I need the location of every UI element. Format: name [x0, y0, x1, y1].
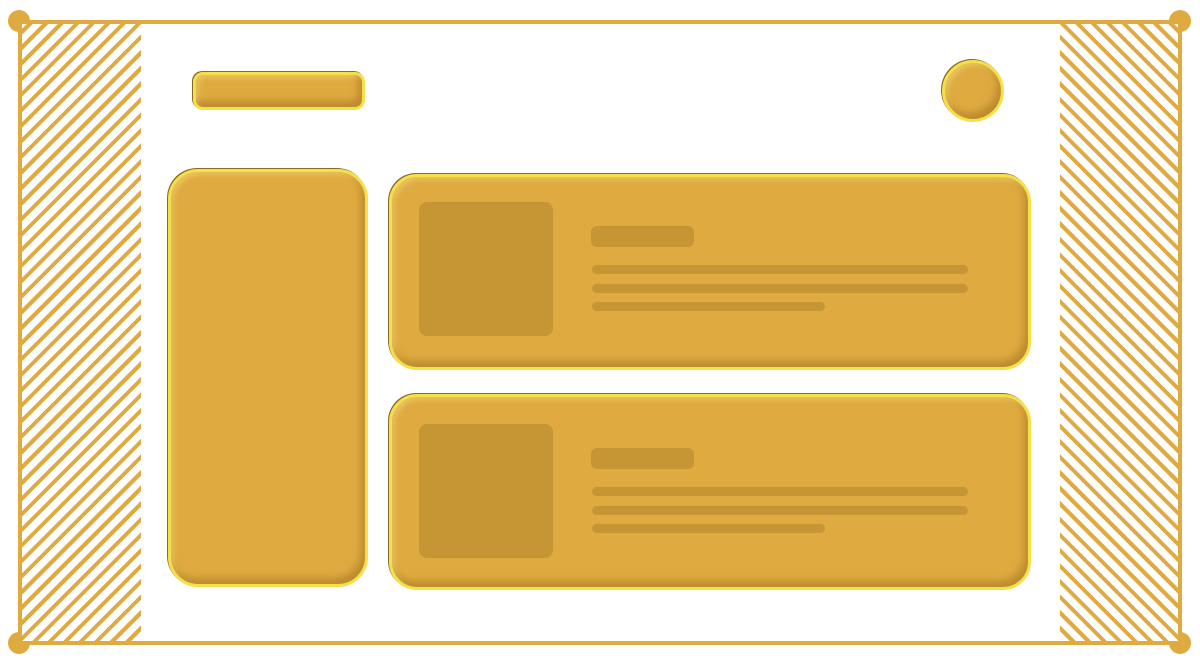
header-logo-placeholder[interactable]	[193, 72, 365, 110]
card-text-line-short	[592, 524, 825, 533]
card-text-line	[592, 265, 968, 274]
card-text-line-short	[592, 302, 825, 311]
content-card[interactable]	[389, 174, 1031, 370]
card-title-placeholder	[591, 226, 694, 247]
avatar-placeholder[interactable]	[942, 60, 1004, 122]
card-thumbnail-placeholder	[419, 424, 553, 558]
sidebar-placeholder	[168, 169, 368, 587]
content-card[interactable]	[389, 394, 1031, 590]
card-thumbnail-placeholder	[419, 202, 553, 336]
card-text-line	[592, 506, 968, 515]
right-margin-hatch	[1060, 24, 1178, 641]
card-text-line	[592, 284, 968, 293]
card-title-placeholder	[591, 448, 694, 469]
left-margin-hatch	[22, 24, 141, 641]
card-text-line	[592, 487, 968, 496]
